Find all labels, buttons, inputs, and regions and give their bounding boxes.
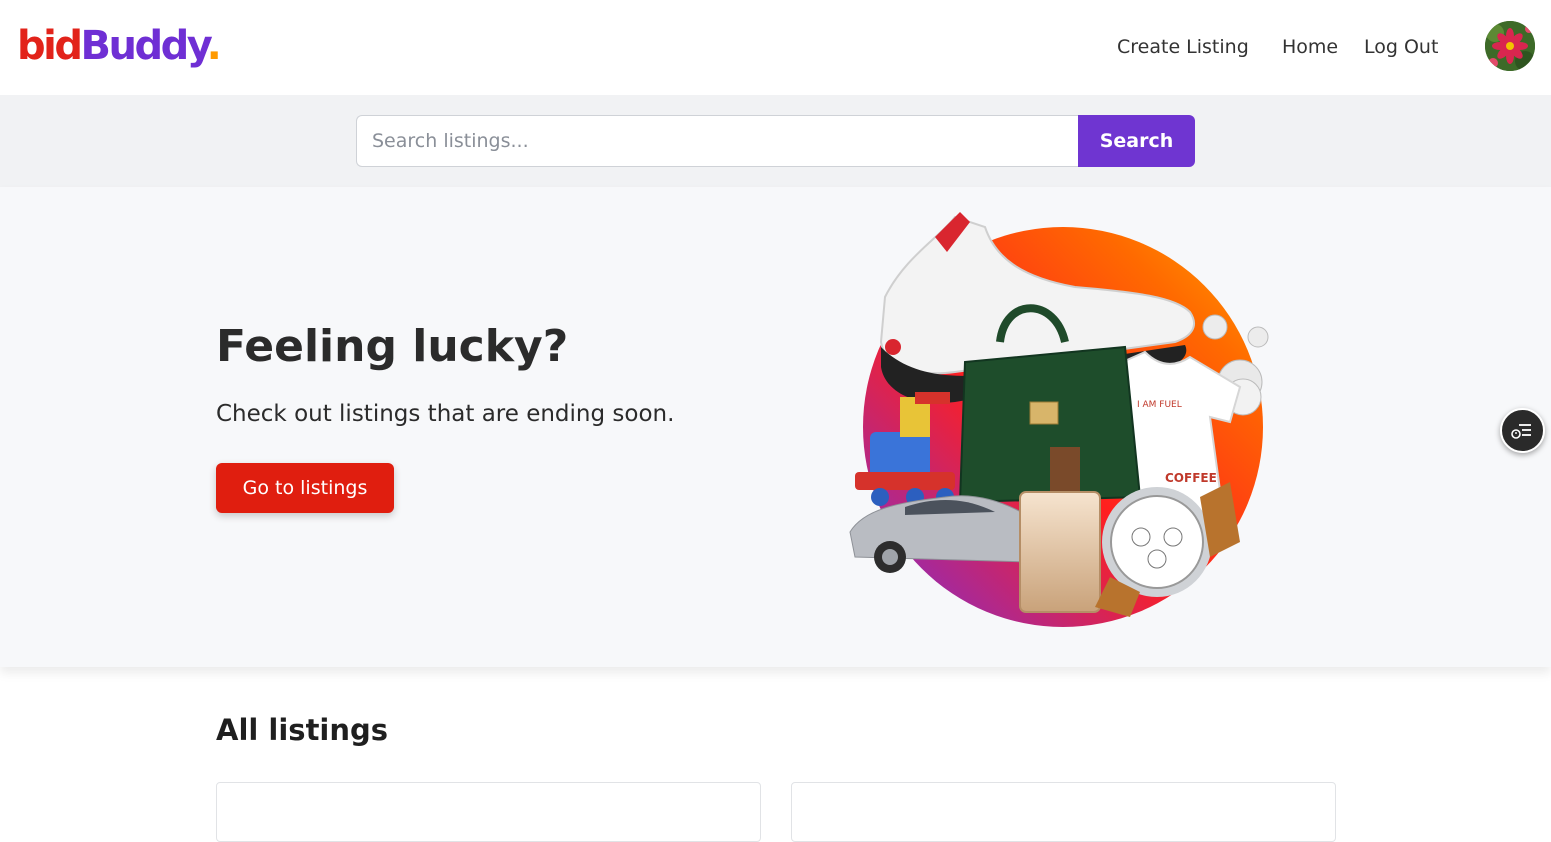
- svg-text:COFFEE: COFFEE: [1165, 471, 1217, 485]
- nav-home[interactable]: Home: [1282, 33, 1338, 61]
- bidbuddy-logo[interactable]: bidBuddy.: [17, 22, 222, 70]
- search-bar-section: Search: [0, 95, 1551, 187]
- search-input[interactable]: [356, 115, 1080, 167]
- list-clock-icon: [1511, 424, 1531, 439]
- all-listings-heading: All listings: [216, 713, 389, 747]
- hero-products-collage-image: I AM FUEL COFFEE: [849, 212, 1269, 627]
- logo-part-bid: bid: [17, 23, 83, 69]
- hero-banner: Feeling lucky? Check out listings that a…: [0, 187, 1551, 667]
- nav-create-listing[interactable]: Create Listing: [1117, 33, 1249, 61]
- search-button[interactable]: Search: [1078, 115, 1195, 167]
- logo-dot: .: [206, 23, 222, 69]
- site-header: bidBuddy. Create Listing Home Log Out: [0, 0, 1551, 95]
- svg-text:I AM FUEL: I AM FUEL: [1137, 400, 1182, 410]
- floating-widget-button[interactable]: [1500, 408, 1545, 453]
- go-to-listings-button[interactable]: Go to listings: [216, 463, 394, 513]
- logo-part-buddy: Buddy: [80, 23, 209, 69]
- listing-card[interactable]: [791, 782, 1336, 842]
- hero-subtitle: Check out listings that are ending soon.: [216, 401, 675, 427]
- nav-log-out[interactable]: Log Out: [1364, 33, 1438, 61]
- hero-title: Feeling lucky?: [216, 321, 569, 372]
- avatar[interactable]: [1485, 21, 1535, 71]
- avatar-flower-image: [1485, 21, 1535, 71]
- listing-card[interactable]: [216, 782, 761, 842]
